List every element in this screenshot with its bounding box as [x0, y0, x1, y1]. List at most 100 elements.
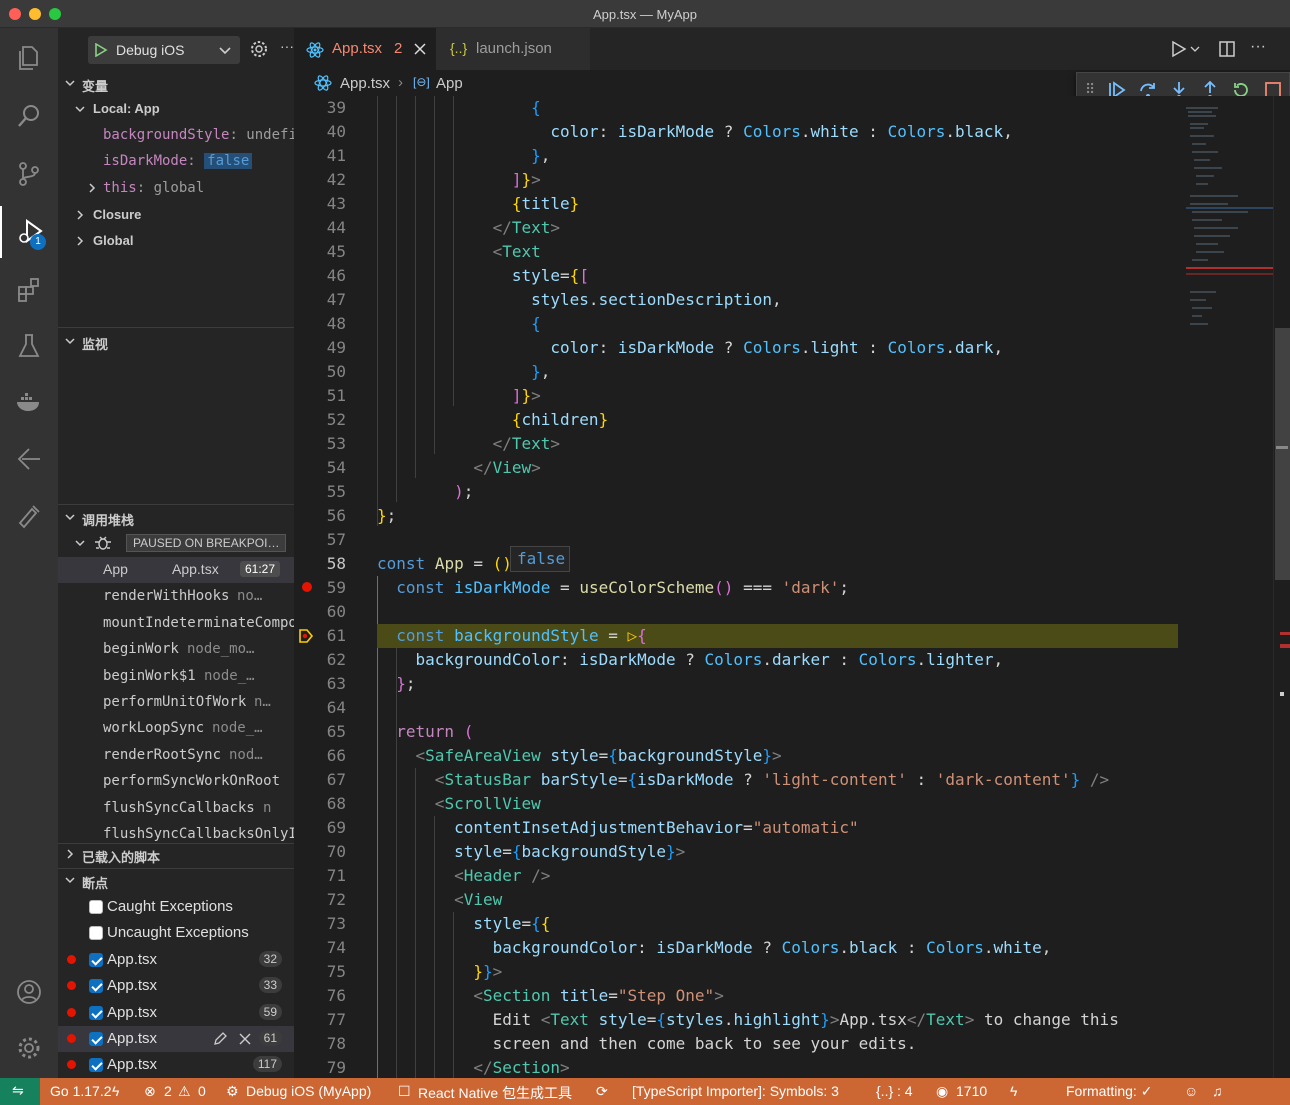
- section-divider: [58, 327, 294, 328]
- variables-section-header[interactable]: 变量: [58, 72, 294, 96]
- variable-row[interactable]: isDarkMode: false: [58, 148, 294, 174]
- debug-more-button[interactable]: ···: [280, 38, 294, 54]
- call-stack-frame-selected[interactable]: App App.tsx 61:27: [58, 557, 294, 583]
- call-stack-frame[interactable]: flushSyncCallbacks n: [58, 795, 294, 821]
- run-debug-icon[interactable]: 1: [0, 206, 58, 258]
- breakpoint-checkbox[interactable]: [89, 953, 103, 967]
- status-count[interactable]: 1710: [956, 1083, 987, 1099]
- debug-settings-gear-icon[interactable]: [250, 40, 268, 58]
- debug-session-row[interactable]: PAUSED ON BREAKPOI…: [58, 530, 294, 556]
- breakpoint-row[interactable]: App.tsx 59: [58, 1000, 294, 1026]
- call-stack-frame[interactable]: mountIndeterminateCompon: [58, 610, 294, 636]
- frame-name: beginWork$1: [103, 667, 196, 684]
- editor-scrollbar[interactable]: [1273, 96, 1290, 1078]
- split-editor-icon[interactable]: [1218, 40, 1236, 58]
- explorer-icon[interactable]: [0, 32, 58, 84]
- extensions-icon[interactable]: [0, 264, 58, 316]
- uncaught-exceptions-row[interactable]: Uncaught Exceptions: [58, 920, 294, 946]
- status-error-count[interactable]: 2: [164, 1083, 172, 1099]
- status-warning-count[interactable]: 0: [198, 1083, 206, 1099]
- breakpoint-checkbox[interactable]: [89, 979, 103, 993]
- status-bar: ⇋ Go 1.17.2 ϟ ⊗ 2 ⚠ 0 ⚙ Debug iOS (MyApp…: [0, 1078, 1290, 1105]
- global-scope[interactable]: Global: [58, 228, 294, 254]
- frame-file-wrap: no…: [237, 588, 262, 604]
- testing-icon[interactable]: [0, 320, 58, 372]
- edit-breakpoint-pencil-icon[interactable]: [212, 1031, 228, 1047]
- breakpoint-row[interactable]: App.tsx 117: [58, 1052, 294, 1078]
- breadcrumb-file[interactable]: App.tsx: [340, 75, 390, 92]
- frame-file-wrap: node_mo…: [187, 641, 254, 657]
- uncaught-exceptions-checkbox[interactable]: [89, 926, 103, 940]
- chevron-down-icon: [75, 106, 85, 113]
- breakpoint-checkbox[interactable]: [89, 1032, 103, 1046]
- breakpoint-row[interactable]: App.tsx 32: [58, 947, 294, 973]
- call-stack-frame[interactable]: renderRootSync nod…: [58, 742, 294, 768]
- variable-row[interactable]: this: global: [58, 175, 294, 201]
- notifications-bell-icon[interactable]: ♫: [1212, 1083, 1223, 1099]
- tab-launch-json[interactable]: {..} launch.json: [436, 28, 590, 70]
- window-title: App.tsx — MyApp: [592, 7, 698, 22]
- variable-name: isDarkMode: [103, 153, 188, 169]
- debug-config-select[interactable]: Debug iOS: [88, 36, 240, 64]
- status-go-version[interactable]: Go 1.17.2: [50, 1083, 112, 1099]
- breakpoint-checkbox[interactable]: [89, 1006, 103, 1020]
- variables-local-scope[interactable]: Local: App: [58, 96, 294, 122]
- status-formatting[interactable]: Formatting: ✓: [1066, 1083, 1152, 1100]
- status-ts-importer[interactable]: [TypeScript Importer]: Symbols: 3: [632, 1083, 839, 1099]
- call-stack-section-header[interactable]: 调用堆栈: [58, 506, 294, 530]
- call-stack-frame[interactable]: performSyncWorkOnRoot: [58, 768, 294, 794]
- breadcrumb-symbol[interactable]: App: [436, 75, 463, 92]
- local-scope-label: Local: App: [93, 101, 160, 116]
- breakpoint-dot-icon: [67, 1008, 76, 1017]
- watch-section-header[interactable]: 监视: [58, 330, 294, 354]
- git-graph-icon[interactable]: [0, 434, 58, 486]
- chevron-down-icon[interactable]: [1190, 44, 1200, 54]
- frame-name: performUnitOfWork: [103, 694, 247, 710]
- source-control-icon[interactable]: [0, 148, 58, 200]
- run-file-play-icon[interactable]: [1170, 40, 1188, 58]
- call-stack-frame[interactable]: beginWork$1 node_…: [58, 663, 294, 689]
- scrollbar-thumb[interactable]: [1275, 328, 1290, 580]
- call-stack-frame[interactable]: performUnitOfWork n…: [58, 689, 294, 715]
- frame-file-wrap: nod…: [229, 747, 263, 763]
- status-react-native[interactable]: React Native 包生成工具: [418, 1083, 572, 1103]
- minimap[interactable]: [1178, 96, 1278, 1078]
- breakpoint-checkbox[interactable]: [89, 1058, 103, 1072]
- watch-title: 监视: [82, 337, 109, 352]
- status-json[interactable]: {..} : 4: [876, 1083, 913, 1099]
- caught-exceptions-checkbox[interactable]: [89, 900, 103, 914]
- breakpoint-row[interactable]: App.tsx 33: [58, 973, 294, 999]
- chevron-down-icon: [65, 338, 75, 345]
- breakpoint-gutter-icon[interactable]: [302, 582, 312, 592]
- account-icon[interactable]: [0, 966, 58, 1018]
- manage-gear-icon[interactable]: [0, 1022, 58, 1074]
- call-stack-frame[interactable]: flushSyncCallbacksOnlyIn: [58, 821, 294, 847]
- call-stack-frame[interactable]: renderWithHooks no…: [58, 583, 294, 609]
- remote-indicator[interactable]: ⇋: [0, 1078, 40, 1105]
- frame-file: n: [263, 799, 272, 816]
- search-icon[interactable]: [0, 90, 58, 142]
- code-editor[interactable]: 39 { 40 color: isDarkMode ? Colors.white…: [294, 96, 1178, 1078]
- chevron-down-icon: [219, 47, 231, 55]
- breakpoints-section-header[interactable]: 断点: [58, 869, 294, 893]
- close-tab-icon[interactable]: [414, 43, 426, 55]
- tab-app-tsx[interactable]: App.tsx 2: [294, 28, 436, 70]
- variable-row[interactable]: backgroundStyle: undefi…: [58, 122, 294, 148]
- status-debug-session[interactable]: Debug iOS (MyApp): [246, 1083, 371, 1099]
- caught-exceptions-row[interactable]: Caught Exceptions: [58, 894, 294, 920]
- call-stack-frame[interactable]: workLoopSync node_…: [58, 715, 294, 741]
- tab-label: launch.json: [476, 40, 552, 57]
- debug-status-icon: ⚙: [226, 1083, 239, 1099]
- frame-name: renderRootSync: [103, 746, 222, 763]
- docker-icon[interactable]: [0, 376, 58, 428]
- remote-icon[interactable]: [0, 490, 58, 542]
- closure-scope[interactable]: Closure: [58, 202, 294, 228]
- current-execution-pointer-icon: [299, 629, 314, 643]
- debug-config-label: Debug iOS: [116, 42, 185, 58]
- chevron-right-icon: [89, 183, 96, 193]
- more-actions-icon[interactable]: ···: [1250, 38, 1266, 56]
- feedback-icon[interactable]: ☺: [1184, 1083, 1198, 1099]
- call-stack-frame[interactable]: beginWork node_mo…: [58, 636, 294, 662]
- breakpoint-row-hovered[interactable]: App.tsx 61: [58, 1026, 294, 1052]
- remove-breakpoint-close-icon[interactable]: [238, 1032, 252, 1046]
